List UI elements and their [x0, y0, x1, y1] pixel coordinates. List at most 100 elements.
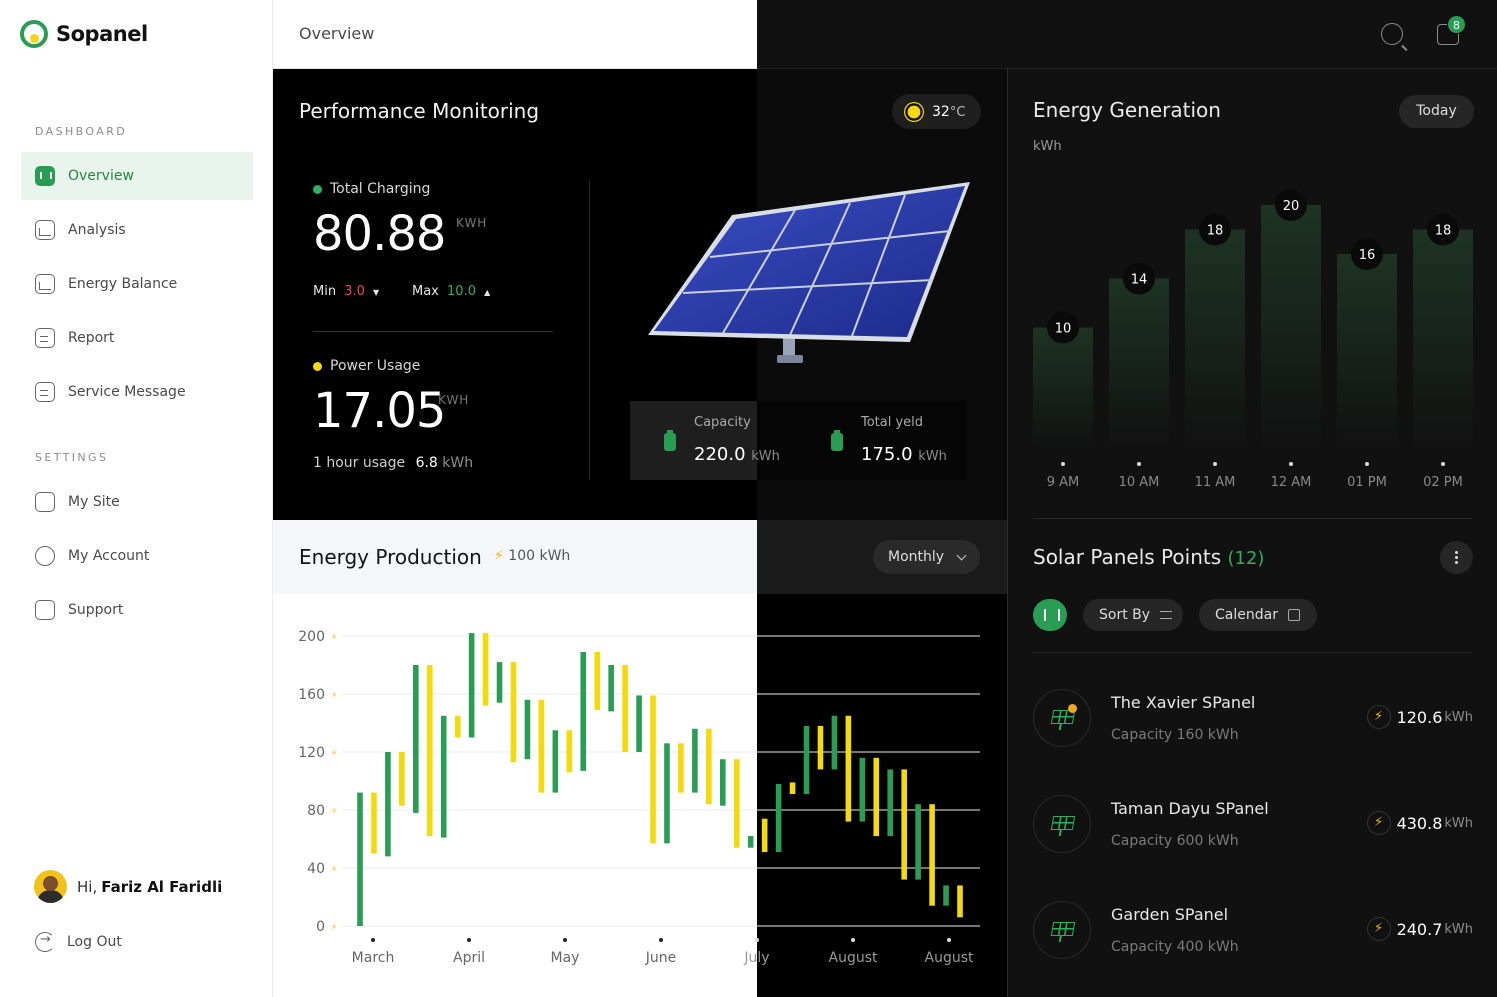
- production-bar: [817, 725, 824, 770]
- calendar-button[interactable]: Calendar: [1199, 599, 1317, 631]
- max-stat: Max 10.0 ▲: [412, 284, 490, 299]
- capacity-label: Capacity: [694, 415, 751, 430]
- y-tick-label: 120: [298, 745, 325, 761]
- sidebar-item-analysis[interactable]: Analysis: [21, 206, 253, 254]
- solar-panel-item[interactable]: Garden SPanel Capacity 400 kWh ⚡ 240.7 k…: [1033, 901, 1473, 961]
- production-bar: [831, 715, 838, 770]
- x-tick-label: 02 PM: [1423, 475, 1463, 490]
- production-bar: [426, 665, 433, 837]
- sun-icon: [907, 105, 921, 118]
- total-charging-value: 80.88: [313, 206, 446, 262]
- panel-capacity: Capacity 600 kWh: [1111, 833, 1239, 849]
- total-yield-label: Total yeld: [861, 415, 924, 430]
- production-bar: [664, 743, 670, 844]
- x-tick-label: 9 AM: [1047, 475, 1080, 490]
- divider: [1033, 652, 1472, 653]
- sidebar-item-label: Energy Balance: [68, 276, 178, 292]
- production-bar: [650, 695, 656, 844]
- panel-output: ⚡ 240.7 kWh: [1366, 917, 1473, 941]
- period-dropdown[interactable]: Monthly: [873, 540, 980, 574]
- generation-bar: [1033, 327, 1093, 450]
- x-tick-label: 12 AM: [1271, 475, 1312, 490]
- sidebar-item-support[interactable]: Support: [21, 586, 253, 634]
- battery-icon: [664, 430, 676, 451]
- x-tick-label: March: [352, 950, 395, 966]
- panel-output-value: 120.6: [1396, 707, 1443, 727]
- sort-by-button[interactable]: Sort By: [1083, 599, 1183, 631]
- bolt-icon: ⚡: [331, 923, 337, 933]
- bar-value-label: 20: [1283, 199, 1300, 214]
- sort-icon: [1160, 611, 1173, 619]
- max-label: Max: [412, 284, 439, 299]
- solar-panel-icon: [1050, 816, 1076, 830]
- service-message-icon: [35, 382, 55, 402]
- today-button[interactable]: Today: [1399, 95, 1474, 128]
- total-yield-unit: kWh: [918, 449, 947, 464]
- x-tick-dot: [851, 938, 855, 942]
- solar-panels-title-text: Solar Panels Points: [1033, 545, 1222, 569]
- y-tick-label: 160: [298, 687, 325, 703]
- alert-dot: [1068, 704, 1077, 713]
- more-options-button[interactable]: [1440, 541, 1473, 574]
- kebab-icon: [1455, 561, 1458, 564]
- y-tick-label: 0: [316, 919, 325, 935]
- my-account-icon: [35, 546, 55, 566]
- production-title: Energy Production: [299, 545, 482, 569]
- caret-down-icon: ▼: [373, 288, 380, 297]
- caret-up-icon: ▲: [484, 288, 491, 297]
- production-bar: [566, 730, 573, 773]
- hour-usage-label: 1 hour usage: [313, 455, 406, 471]
- search-icon[interactable]: [1381, 23, 1403, 45]
- production-total-value: 100 kWh: [508, 548, 571, 564]
- production-bar: [594, 651, 601, 710]
- temperature-badge: 32°C: [892, 94, 981, 129]
- sidebar-item-label: Support: [68, 602, 124, 618]
- x-tick-dot: [371, 938, 375, 942]
- bar-value-label: 10: [1055, 322, 1072, 337]
- sort-by-label: Sort By: [1099, 607, 1151, 623]
- sidebar-item-service-message[interactable]: Service Message: [21, 368, 253, 416]
- sidebar-item-overview[interactable]: Overview: [21, 152, 253, 200]
- production-bar: [413, 665, 419, 813]
- sidebar-item-my-site[interactable]: My Site: [21, 478, 253, 526]
- hour-usage: 1 hour usage 6.8 kWh: [313, 455, 473, 471]
- app-logo[interactable]: Sopanel: [20, 20, 148, 48]
- x-tick-dot: [563, 938, 567, 942]
- production-bar: [859, 757, 866, 822]
- solar-panel-item[interactable]: The Xavier SPanel Capacity 160 kWh ⚡ 120…: [1033, 689, 1473, 749]
- max-value: 10.0: [447, 284, 476, 299]
- user-greeting: Hi,: [77, 877, 98, 896]
- production-bar: [538, 699, 545, 793]
- production-bar: [385, 752, 391, 857]
- panel-output: ⚡ 120.6 kWh: [1366, 705, 1473, 729]
- production-chart: 0 ⚡ 40 ⚡ 80 ⚡ 120 ⚡ 160 ⚡ 200 ⚡ March April May June Jul…: [298, 629, 980, 966]
- generation-bar: [1413, 229, 1473, 450]
- period-dropdown-label: Monthly: [888, 549, 945, 565]
- logo-icon: [20, 20, 48, 48]
- filter-button[interactable]: [1033, 599, 1067, 631]
- panel-output: ⚡ 430.8 kWh: [1366, 811, 1473, 835]
- panel-name: Taman Dayu SPanel: [1111, 799, 1269, 818]
- production-bar: [761, 818, 768, 853]
- production-bar: [915, 804, 921, 880]
- sidebar-item-label: Report: [68, 330, 115, 346]
- production-bar: [957, 885, 963, 918]
- panel-capacity: Capacity 400 kWh: [1111, 939, 1239, 955]
- support-icon: [35, 600, 55, 620]
- battery-charge-icon: [831, 430, 843, 451]
- panel-output-unit: kWh: [1444, 815, 1473, 831]
- panel-capacity: Capacity 160 kWh: [1111, 727, 1239, 743]
- sidebar-item-my-account[interactable]: My Account: [21, 532, 253, 580]
- sidebar-item-report[interactable]: Report: [21, 314, 253, 362]
- user-profile[interactable]: Hi, Fariz Al Faridli: [34, 870, 222, 903]
- total-charging-label: Total Charging: [313, 181, 430, 197]
- total-yield-number: 175.0: [861, 444, 913, 465]
- production-bar: [496, 662, 503, 703]
- solar-panel-item[interactable]: Taman Dayu SPanel Capacity 600 kWh ⚡ 430…: [1033, 795, 1473, 855]
- energy-balance-icon: [35, 274, 55, 294]
- logout-button[interactable]: Log Out: [35, 932, 122, 952]
- sidebar-item-energy-balance[interactable]: Energy Balance: [21, 260, 253, 308]
- x-tick-dot: [1137, 462, 1141, 466]
- panel-output-unit: kWh: [1444, 709, 1473, 725]
- capacity-value: 220.0 kWh: [694, 444, 780, 465]
